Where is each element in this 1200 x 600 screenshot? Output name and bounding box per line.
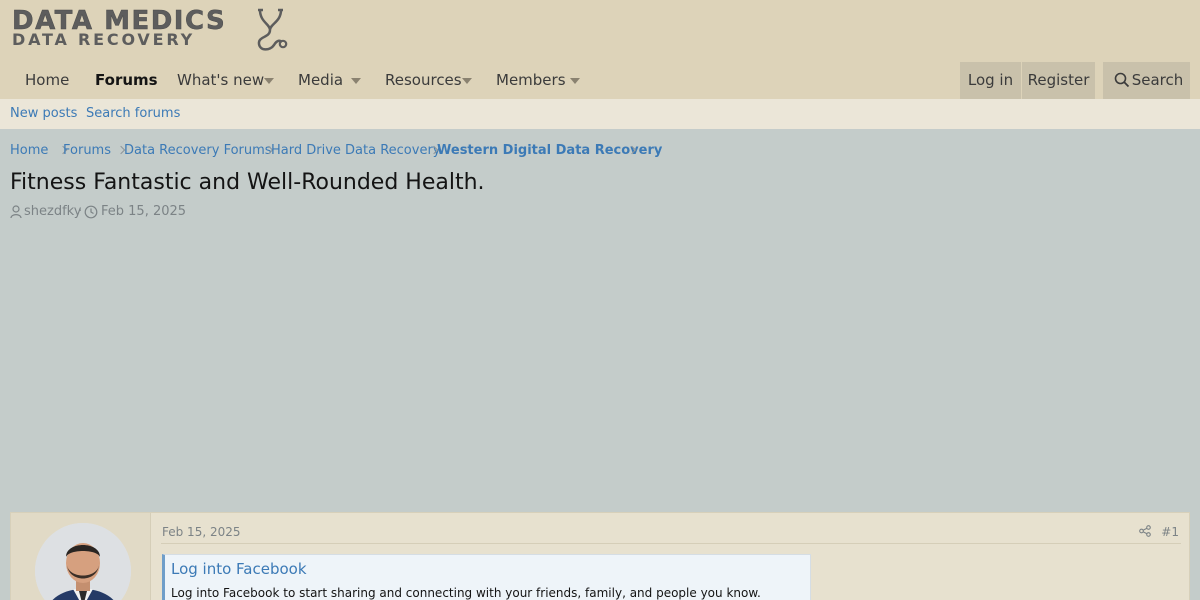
login-button[interactable]: Log in [960,62,1021,99]
caret-down-icon[interactable] [462,78,472,84]
search-icon [1114,72,1130,88]
breadcrumb-forums[interactable]: Forums [63,142,111,160]
post: Feb 15, 2025 #1 Log into Facebook Log in… [10,512,1190,600]
share-icon[interactable] [1139,525,1151,537]
meta-separator: · [78,204,83,219]
breadcrumb-data-recovery-forums[interactable]: Data Recovery Forums [124,142,272,160]
breadcrumb-hard-drive-data-recovery[interactable]: Hard Drive Data Recovery [271,142,440,160]
thread-author[interactable]: shezdfky [24,204,81,220]
avatar[interactable] [35,523,131,600]
post-user-panel [11,513,151,600]
search-forums-link[interactable]: Search forums [86,99,180,129]
post-divider [161,543,1181,544]
nav-tab-whats-new[interactable]: What's new [163,62,278,99]
thread-date[interactable]: Feb 15, 2025 [101,204,186,220]
search-button[interactable]: Search [1103,62,1190,99]
main-nav: Home Forums What's new Media Resources M… [0,62,1200,99]
clock-icon [84,205,98,219]
nav-tab-home[interactable]: Home [11,62,83,99]
breadcrumb-home[interactable]: Home [10,142,48,160]
caret-down-icon[interactable] [351,78,361,84]
stethoscope-icon [257,8,288,51]
caret-down-icon[interactable] [264,78,274,84]
site-logo[interactable]: DATA MEDICS DATA RECOVERY [10,8,300,54]
nav-tab-resources[interactable]: Resources [371,62,476,99]
embed-title[interactable]: Log into Facebook [171,560,307,578]
nav-tab-forums[interactable]: Forums [81,62,172,99]
nav-tab-members[interactable]: Members [482,62,580,99]
sub-nav: New posts Search forums [0,99,1200,129]
caret-down-icon[interactable] [570,78,580,84]
new-posts-link[interactable]: New posts [10,99,77,129]
post-number[interactable]: #1 [1161,525,1179,539]
user-icon [10,205,22,219]
embed-description: Log into Facebook to start sharing and c… [171,586,761,600]
link-embed[interactable]: Log into Facebook Log into Facebook to s… [162,554,811,600]
logo-line-2: DATA RECOVERY [12,30,195,49]
post-date[interactable]: Feb 15, 2025 [162,525,241,539]
nav-tab-media[interactable]: Media [284,62,357,99]
site-header: DATA MEDICS DATA RECOVERY [0,0,1200,62]
page-title: Fitness Fantastic and Well-Rounded Healt… [10,170,485,195]
search-button-label: Search [1131,71,1184,89]
register-button[interactable]: Register [1022,62,1095,99]
